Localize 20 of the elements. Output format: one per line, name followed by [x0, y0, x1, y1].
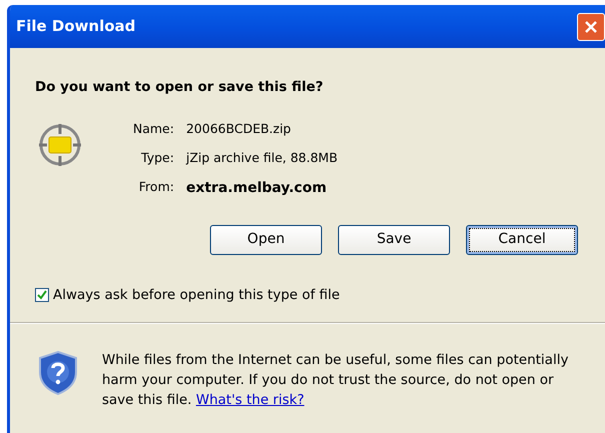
dialog-button[interactable]: Cancel: [466, 224, 578, 254]
window-title: File Download: [16, 16, 136, 38]
question-text: Do you want to open or save this file?: [35, 79, 324, 95]
warning-text: While files from the Internet can be useful, some files can potentially harm your computer. If you do not trust the source, do not open or save this file. What's the risk?: [102, 350, 570, 410]
detail-value: 20066BCDEB.zip: [186, 120, 292, 138]
detail-label: Type:: [140, 148, 174, 167]
download-file-icon: [37, 122, 83, 168]
detail-value: extra.melbay.com: [186, 178, 328, 198]
checkbox[interactable]: [35, 288, 49, 302]
dialog-button[interactable]: Save: [338, 224, 450, 254]
detail-value: jZip archive file, 88.8MB: [186, 148, 338, 167]
risk-link[interactable]: What's the risk?: [196, 392, 304, 408]
close-icon: [583, 18, 599, 34]
checkbox-label: Always ask before opening this type of file: [53, 286, 340, 304]
check-icon: [37, 290, 47, 300]
shield-question-icon: [38, 350, 78, 396]
detail-label: From:: [138, 178, 174, 196]
dialog-button[interactable]: Open: [210, 224, 322, 254]
close-button[interactable]: [577, 12, 605, 40]
detail-label: Name:: [133, 120, 174, 138]
